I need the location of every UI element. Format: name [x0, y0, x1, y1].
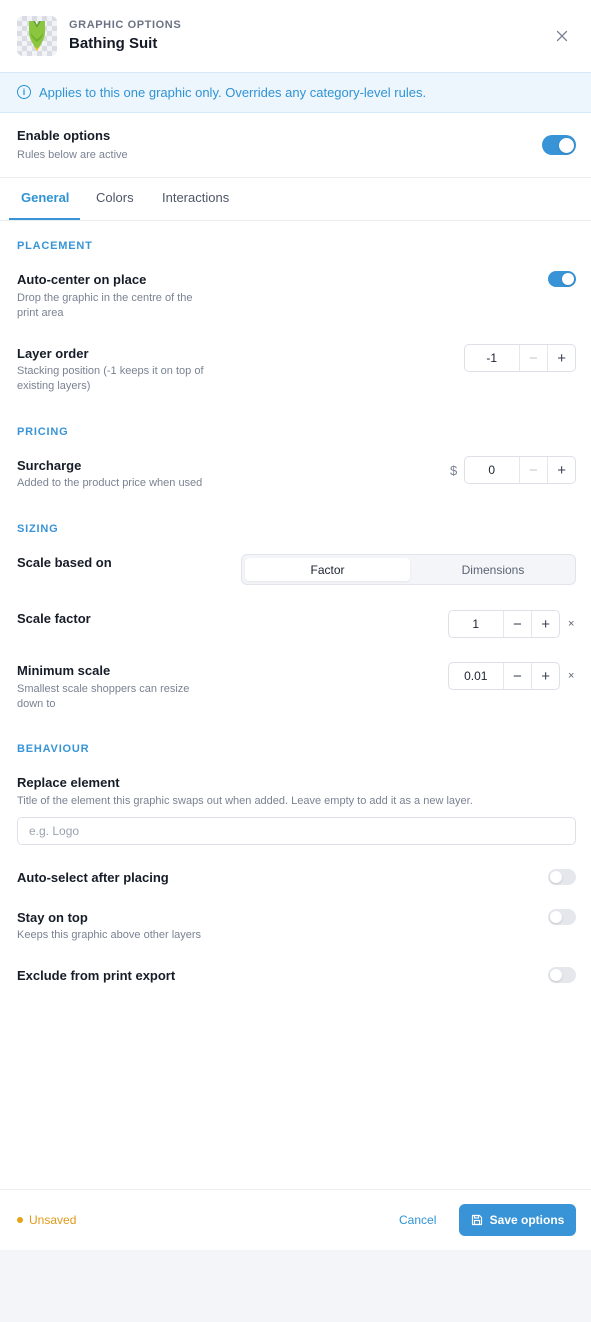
minimum-scale-label: Minimum scale	[17, 663, 111, 678]
auto-select-label: Auto-select after placing	[17, 870, 169, 885]
graphic-options-panel: GRAPHIC OPTIONS Bathing Suit i Applies t…	[0, 0, 591, 1250]
auto-center-toggle[interactable]	[548, 271, 576, 287]
enable-options-toggle[interactable]	[542, 135, 576, 155]
info-text: Applies to this one graphic only. Overri…	[39, 85, 427, 100]
scale-factor-label: Scale factor	[17, 611, 91, 626]
layer-order-decrement-button[interactable]: −	[520, 345, 548, 371]
save-options-button[interactable]: Save options	[459, 1204, 576, 1236]
graphic-thumbnail	[17, 16, 57, 56]
auto-center-sub: Drop the graphic in the centre of the pr…	[17, 292, 193, 319]
exclude-print-toggle[interactable]	[548, 967, 576, 983]
surcharge-stepper: 0 − +	[464, 456, 576, 484]
surcharge-increment-button[interactable]: +	[547, 457, 575, 483]
section-heading-pricing: PRICING	[17, 426, 69, 438]
close-button[interactable]	[552, 26, 572, 46]
surcharge-sub: Added to the product price when used	[17, 477, 203, 489]
tab-general[interactable]: General	[21, 190, 69, 205]
unsaved-status-text: Unsaved	[29, 1213, 77, 1227]
layer-order-value[interactable]: -1	[465, 345, 520, 371]
divider	[0, 177, 591, 178]
stay-on-top-sub: Keeps this graphic above other layers	[17, 929, 202, 941]
surcharge-label: Surcharge	[17, 458, 82, 473]
scale-factor-value[interactable]: 1	[449, 611, 504, 637]
close-icon	[556, 30, 568, 42]
segment-dimensions[interactable]: Dimensions	[413, 558, 573, 581]
replace-element-input[interactable]	[17, 817, 576, 845]
enable-options-label: Enable options	[17, 128, 111, 143]
layer-order-sub: Stacking position (-1 keeps it on top of…	[17, 365, 204, 392]
minimum-scale-suffix: ×	[568, 670, 575, 682]
scale-factor-increment-button[interactable]: +	[531, 611, 559, 637]
section-heading-placement: PLACEMENT	[17, 240, 93, 252]
panel-title: Bathing Suit	[69, 35, 158, 52]
tab-colors[interactable]: Colors	[96, 190, 134, 205]
panel-header: GRAPHIC OPTIONS Bathing Suit	[0, 0, 591, 72]
minimum-scale-increment-button[interactable]: +	[531, 663, 559, 689]
exclude-print-label: Exclude from print export	[17, 968, 176, 983]
save-icon	[471, 1214, 482, 1226]
scale-based-on-segmented-control: Factor Dimensions	[241, 554, 576, 585]
replace-element-label: Replace element	[17, 775, 120, 790]
scale-based-on-label: Scale based on	[17, 555, 112, 570]
auto-select-toggle[interactable]	[548, 869, 576, 885]
section-heading-sizing: SIZING	[17, 523, 59, 535]
scale-factor-stepper: 1 − +	[448, 610, 560, 638]
layer-order-increment-button[interactable]: +	[547, 345, 575, 371]
unsaved-status-dot	[17, 1217, 23, 1223]
segment-factor[interactable]: Factor	[245, 558, 410, 581]
info-icon: i	[17, 85, 31, 99]
layer-order-label: Layer order	[17, 346, 89, 361]
replace-element-sub: Title of the element this graphic swaps …	[17, 795, 473, 807]
surcharge-decrement-button[interactable]: −	[520, 457, 548, 483]
enable-options-sub: Rules below are active	[17, 149, 128, 161]
scale-factor-decrement-button[interactable]: −	[504, 611, 532, 637]
auto-center-label: Auto-center on place	[17, 272, 147, 287]
cancel-button[interactable]: Cancel	[399, 1213, 436, 1227]
bathing-suit-icon	[29, 21, 45, 51]
minimum-scale-decrement-button[interactable]: −	[504, 663, 532, 689]
layer-order-stepper: -1 − +	[464, 344, 576, 372]
tab-interactions[interactable]: Interactions	[162, 190, 229, 205]
save-options-label: Save options	[489, 1213, 565, 1227]
info-banner: i Applies to this one graphic only. Over…	[0, 72, 591, 113]
minimum-scale-stepper: 0.01 − +	[448, 662, 560, 690]
tabs-divider	[0, 220, 591, 221]
minimum-scale-sub: Smallest scale shoppers can resize down …	[17, 683, 190, 710]
currency-symbol: $	[450, 463, 458, 478]
surcharge-value[interactable]: 0	[465, 457, 520, 483]
scale-factor-suffix: ×	[568, 618, 575, 630]
stay-on-top-label: Stay on top	[17, 910, 88, 925]
minimum-scale-value[interactable]: 0.01	[449, 663, 504, 689]
section-heading-behaviour: BEHAVIOUR	[17, 743, 90, 755]
stay-on-top-toggle[interactable]	[548, 909, 576, 925]
panel-eyebrow: GRAPHIC OPTIONS	[69, 19, 182, 31]
